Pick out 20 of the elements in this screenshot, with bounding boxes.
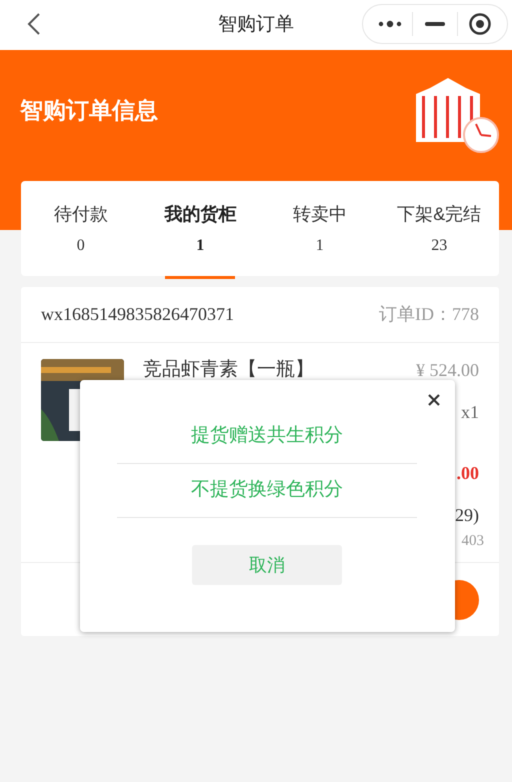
tab[interactable]: 下架&完结 23: [380, 181, 499, 276]
points-value: 403: [462, 532, 484, 551]
minimize-icon[interactable]: [425, 22, 445, 26]
tab[interactable]: 转卖中 1: [260, 181, 380, 276]
more-icon[interactable]: [378, 20, 402, 28]
tab[interactable]: 我的货柜 1: [140, 181, 260, 276]
product-price: ¥ 524.00: [416, 359, 479, 382]
total-amount: .00: [456, 462, 479, 485]
back-icon[interactable]: [27, 13, 41, 35]
points-text: 29): [455, 504, 479, 527]
close-icon[interactable]: [428, 394, 440, 406]
order-number: wx1685149835826470371: [41, 303, 234, 326]
tab[interactable]: 待付款 0: [21, 181, 140, 276]
banner-title: 智购订单信息: [20, 96, 158, 125]
product-name: 竞品虾青素【一瓶】: [143, 358, 314, 382]
container-clock-icon: [414, 78, 500, 154]
product-quantity: x1: [461, 401, 479, 424]
order-id: 订单ID：778: [379, 303, 479, 326]
close-circle-icon[interactable]: [469, 13, 491, 35]
page-title: 智购订单: [218, 12, 294, 37]
